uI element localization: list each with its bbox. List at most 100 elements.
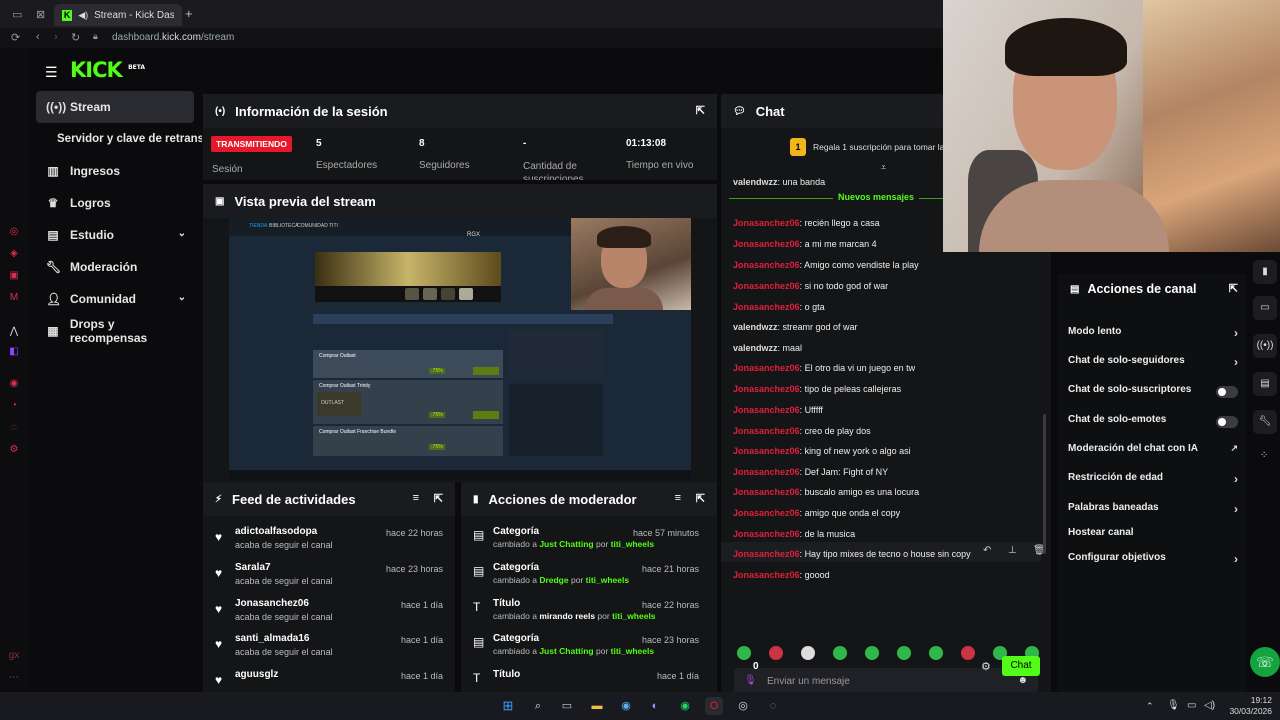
- twitch-icon[interactable]: ◧: [8, 346, 20, 358]
- sidebar-item-drops[interactable]: ▦ Drops y recompensas: [36, 315, 194, 347]
- action-subscribers-only[interactable]: Chat de solo-suscriptores: [1068, 384, 1238, 404]
- network-icon[interactable]: ▭: [1187, 700, 1196, 711]
- popout-icon[interactable]: ⇱: [1229, 282, 1238, 295]
- url-field[interactable]: dashboard.kick.com/stream: [112, 32, 234, 43]
- popout-icon[interactable]: ⇱: [696, 104, 705, 117]
- chat-message[interactable]: Jonasanchez06: Ufffff: [733, 405, 823, 415]
- chat-send-button[interactable]: Chat: [1002, 656, 1040, 676]
- mic-tray-icon[interactable]: 🎙︎: [1167, 700, 1180, 711]
- steam-icon[interactable]: ◉: [617, 697, 635, 715]
- chat-username[interactable]: Jonasanchez06: [733, 260, 800, 270]
- task-view-icon[interactable]: ▭: [558, 697, 576, 715]
- chat-message[interactable]: Jonasanchez06: goood: [733, 570, 830, 580]
- emote-icon[interactable]: [865, 646, 879, 660]
- sidebar-toggle-icon[interactable]: ▭: [12, 8, 22, 21]
- chat-message[interactable]: Jonasanchez06: a mi me marcan 4: [733, 239, 877, 249]
- clock-date[interactable]: 30/03/2026: [1220, 706, 1272, 716]
- action-banned-words[interactable]: Palabras baneadas ›: [1068, 502, 1238, 522]
- chat-message[interactable]: Jonasanchez06: creo de play dos: [733, 426, 871, 436]
- emotes-only-toggle[interactable]: [1216, 416, 1238, 428]
- rail-pages-icon[interactable]: ▮: [1253, 260, 1277, 284]
- tray-chevron-icon[interactable]: ⌃: [1146, 701, 1154, 712]
- chat-username[interactable]: valendwzz: [733, 343, 778, 353]
- chat-username[interactable]: valendwzz: [733, 322, 778, 332]
- filter-icon[interactable]: ≡: [413, 492, 419, 504]
- tab-kick-dashboard[interactable]: K ◀) Stream - Kick Dashboard: [54, 4, 182, 26]
- action-slow-mode[interactable]: Modo lento ›: [1068, 326, 1238, 346]
- chat-username[interactable]: Jonasanchez06: [733, 363, 800, 373]
- strip-icon-1[interactable]: ◎: [8, 226, 20, 238]
- chat-message[interactable]: valendwzz: maal: [733, 343, 802, 353]
- popout-icon[interactable]: ⇱: [696, 492, 705, 505]
- rail-grid-icon[interactable]: ▤: [1253, 372, 1277, 396]
- chat-message[interactable]: Jonasanchez06: El otro dia vi un juego e…: [733, 363, 915, 373]
- volume-icon[interactable]: ◁): [1204, 700, 1215, 711]
- sidebar-item-estudio[interactable]: ▤ Estudio ⌄: [36, 219, 194, 251]
- chat-username[interactable]: Jonasanchez06: [733, 405, 800, 415]
- strip-icon-7[interactable]: ◉: [8, 378, 20, 390]
- sidebar-item-logros[interactable]: ♛ Logros: [36, 187, 194, 219]
- chat-message[interactable]: Jonasanchez06: Def Jam: Fight of NY: [733, 467, 888, 477]
- discord-icon[interactable]: ◐: [646, 697, 664, 715]
- strip-icon-5[interactable]: ⋀: [8, 326, 20, 338]
- refresh-icon[interactable]: ↻: [71, 31, 80, 44]
- stream-preview-video[interactable]: TIENDA BIBLIOTECA COMUNIDAD TITI RGX Com…: [229, 218, 691, 480]
- obs-icon[interactable]: ◎: [734, 697, 752, 715]
- sidebar-item-ingresos[interactable]: ▥ Ingresos: [36, 155, 194, 187]
- rail-wrench-icon[interactable]: 🔧︎: [1253, 410, 1277, 434]
- clock-time[interactable]: 19:12: [1220, 695, 1272, 705]
- action-goals[interactable]: Configurar objetivos ›: [1068, 552, 1238, 572]
- chat-message[interactable]: Jonasanchez06: o gta: [733, 302, 825, 312]
- chat-settings-icon[interactable]: ⚙: [981, 660, 991, 673]
- popout-icon[interactable]: ⇱: [434, 492, 443, 505]
- strip-icon-3[interactable]: ▣: [8, 270, 20, 282]
- microphone-icon[interactable]: 🎙︎: [744, 675, 757, 686]
- chat-username[interactable]: Jonasanchez06: [733, 384, 800, 394]
- chat-scrollbar[interactable]: [1043, 414, 1046, 554]
- new-tab-button[interactable]: +: [185, 6, 193, 21]
- chat-username[interactable]: Jonasanchez06: [733, 218, 800, 228]
- chat-message[interactable]: Jonasanchez06: tipo de peleas callejeras: [733, 384, 901, 394]
- workspaces-icon[interactable]: ⊠: [36, 8, 45, 21]
- file-explorer-icon[interactable]: ▬: [588, 697, 606, 715]
- rail-broadcast-icon[interactable]: ((•)): [1253, 334, 1277, 358]
- pin-icon[interactable]: ⊥: [1008, 545, 1017, 556]
- emote-icon[interactable]: [769, 646, 783, 660]
- chat-username[interactable]: Jonasanchez06: [733, 446, 800, 456]
- reply-icon[interactable]: ↶: [983, 545, 991, 556]
- chat-message[interactable]: valendwzz: streamr god of war: [733, 322, 858, 332]
- history-icon[interactable]: ◔: [8, 400, 20, 412]
- action-host-channel[interactable]: Hostear canal: [1068, 527, 1238, 547]
- opera-gx-icon[interactable]: O: [705, 697, 723, 715]
- settings-icon[interactable]: ⚙: [8, 444, 20, 456]
- chat-message[interactable]: valendwzz: una banda: [733, 177, 825, 187]
- chat-username[interactable]: Jonasanchez06: [733, 302, 800, 312]
- menu-icon[interactable]: ☰: [45, 64, 58, 81]
- edge-icon[interactable]: ◌: [764, 697, 782, 715]
- emote-icon[interactable]: [929, 646, 943, 660]
- spotify-icon[interactable]: ◉: [676, 697, 694, 715]
- emote-icon[interactable]: [737, 646, 751, 660]
- chat-message[interactable]: Jonasanchez06: Amigo como vendiste la pl…: [733, 260, 919, 270]
- chat-username[interactable]: Jonasanchez06: [733, 549, 800, 559]
- gx-icon[interactable]: gx: [8, 650, 20, 662]
- filter-icon[interactable]: ≡: [675, 492, 681, 504]
- feed-user[interactable]: santi_almada16: [235, 633, 310, 644]
- strip-icon-2[interactable]: ◈: [8, 248, 20, 260]
- action-followers-only[interactable]: Chat de solo-seguidores ›: [1068, 355, 1238, 375]
- chat-username[interactable]: Jonasanchez06: [733, 281, 800, 291]
- chat-username[interactable]: Jonasanchez06: [733, 426, 800, 436]
- chat-message[interactable]: Jonasanchez06: si no todo god of war: [733, 281, 888, 291]
- audio-icon[interactable]: ◀): [78, 10, 88, 21]
- chat-username[interactable]: valendwzz: [733, 177, 778, 187]
- emote-icon[interactable]: [801, 646, 815, 660]
- emote-icon[interactable]: [897, 646, 911, 660]
- emoji-icon[interactable]: ☻: [1017, 675, 1028, 686]
- back-icon[interactable]: ‹: [36, 31, 40, 43]
- rail-more-icon[interactable]: ⁘: [1260, 450, 1268, 461]
- subscribers-only-toggle[interactable]: [1216, 386, 1238, 398]
- chat-message[interactable]: Jonasanchez06: recién llego a casa: [733, 218, 880, 228]
- collapse-icon[interactable]: ⩡: [881, 162, 886, 173]
- action-emotes-only[interactable]: Chat de solo-emotes: [1068, 414, 1238, 434]
- action-ai-moderation[interactable]: Moderación del chat con IA ↗: [1068, 443, 1238, 463]
